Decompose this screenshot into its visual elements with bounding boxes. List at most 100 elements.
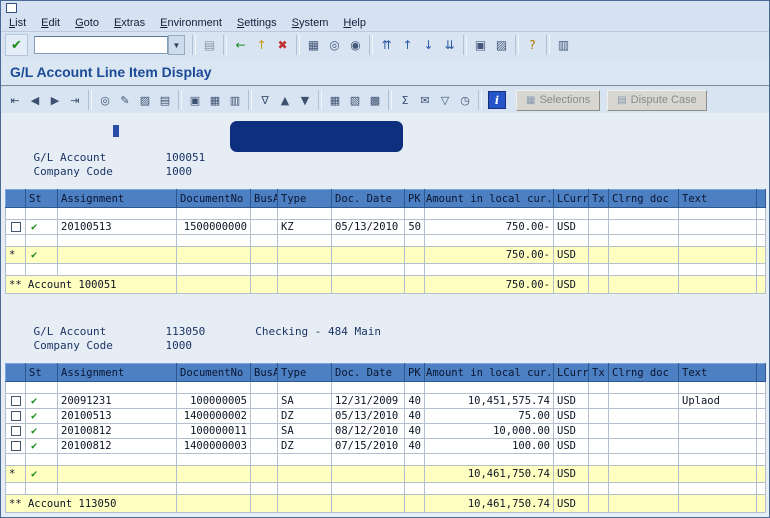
line-item-row[interactable]: ✔ 20091231 100000005 SA 12/31/2009 40 10,451,5… [5, 393, 766, 409]
menu-item-settings[interactable]: Settings [237, 17, 277, 29]
copy-icon[interactable]: ▣ [185, 90, 205, 110]
header-row: St Assignment DocumentNo BusA Type Doc. Date P… [5, 189, 766, 208]
export-icon[interactable]: ▽ [435, 90, 455, 110]
info-icon[interactable]: i [488, 91, 506, 109]
exit-icon[interactable]: ↑ [251, 35, 272, 55]
next-item-icon[interactable]: ▶ [45, 90, 65, 110]
page-title: G/L Account Line Item Display [10, 64, 212, 80]
column-header-trailing [756, 189, 766, 208]
menu-item-edit[interactable]: Edit [41, 17, 60, 29]
find-icon[interactable]: ◎ [324, 35, 345, 55]
application-toolbar: ⇤ ◀ ▶ ⇥ ◎ ✎ ▨ ▤ ▣ ▦ ▥ ∇ ▲ ▼ ▦ ▧ ▩ Σ ✉ ▽ ◷ i ▦ Selections ▤ Disput… [1, 87, 769, 114]
document-icon[interactable]: ▥ [225, 90, 245, 110]
display-grid-icon[interactable]: ▦ [325, 90, 345, 110]
window-titlebar [1, 1, 769, 15]
line-item-row[interactable]: ✔ 20100812 100000011 SA 08/12/2010 40 10,000.0… [5, 423, 766, 439]
account-name-redaction [230, 121, 403, 152]
dispute-case-button-icon: ▤ [617, 94, 627, 106]
menu-item-extras[interactable]: Extras [114, 17, 145, 29]
command-dropdown-icon[interactable]: ▼ [168, 35, 185, 55]
first-item-icon[interactable]: ⇤ [5, 90, 25, 110]
menu-item-list[interactable]: List [9, 17, 26, 29]
mail-icon[interactable]: ✉ [415, 90, 435, 110]
row-checkbox[interactable] [11, 396, 21, 406]
column-header-tx: Tx [588, 363, 609, 382]
toolbar-separator [178, 90, 182, 110]
word-processing-icon[interactable]: ▩ [365, 90, 385, 110]
column-header-assignment: Assignment [57, 363, 177, 382]
worklist-icon[interactable]: ◷ [455, 90, 475, 110]
subtotal-row: * ✔ 750.00- USD [5, 246, 766, 264]
sort-descending-icon[interactable]: ▼ [295, 90, 315, 110]
print-icon[interactable]: ▦ [303, 35, 324, 55]
filter-icon[interactable]: ∇ [255, 90, 275, 110]
menu-item-goto[interactable]: Goto [75, 17, 99, 29]
column-header-lcurr: LCurr [553, 363, 589, 382]
help-icon[interactable]: ? [522, 35, 543, 55]
previous-item-icon[interactable]: ◀ [25, 90, 45, 110]
spacer-row [5, 381, 766, 394]
column-header-select [5, 363, 26, 382]
dispute-case-button-label: Dispute Case [630, 94, 697, 106]
account-total-row: ** Account 100051 750.00- USD [5, 275, 766, 294]
save-icon[interactable]: ▤ [199, 35, 220, 55]
menu-item-environment[interactable]: Environment [160, 17, 222, 29]
column-header-text: Text [678, 363, 757, 382]
row-checkbox[interactable] [11, 222, 21, 232]
toolbar-separator [296, 35, 300, 55]
column-header-busa: BusA [250, 189, 278, 208]
gl-account-value: 100051 [165, 151, 206, 164]
column-header-st: St [25, 363, 58, 382]
toolbar-separator [478, 90, 482, 110]
menu-item-system[interactable]: System [292, 17, 329, 29]
change-icon[interactable]: ✎ [115, 90, 135, 110]
page-down-icon[interactable]: ↓ [418, 35, 439, 55]
toolbar-separator [223, 35, 227, 55]
line-item-row[interactable]: ✔ 20100812 1400000003 DZ 07/15/2010 40 100.00 U… [5, 438, 766, 454]
cancel-icon[interactable]: ✖ [272, 35, 293, 55]
enter-icon[interactable]: ✔ [5, 34, 28, 56]
new-session-icon[interactable]: ▣ [470, 35, 491, 55]
sort-ascending-icon[interactable]: ▲ [275, 90, 295, 110]
block-item-icon[interactable]: ▨ [135, 90, 155, 110]
gl-account-row: G/L Account 113050 Checking - 484 Main [9, 311, 381, 338]
row-checkbox[interactable] [11, 441, 21, 451]
find-next-icon[interactable]: ◉ [345, 35, 366, 55]
column-header-amount-in-local-cur-: Amount in local cur. [424, 363, 554, 382]
standard-toolbar: ✔ ▼ ▤ ← ↑ ✖ ▦ ◎ ◉ ⇈ ↑ ↓ ⇊ ▣ ▨? ▥ [1, 32, 769, 59]
menu-item-help[interactable]: Help [343, 17, 366, 29]
toolbar-separator [515, 35, 519, 55]
account-total-row: ** Account 113050 10,461,750.74 USD [5, 494, 766, 513]
select-all-icon[interactable]: ▦ [205, 90, 225, 110]
column-header-doc-date: Doc. Date [331, 363, 405, 382]
spacer-row [5, 453, 766, 466]
account-name: Checking - 484 Main [255, 325, 382, 338]
page-up-icon[interactable]: ↑ [397, 35, 418, 55]
system-menu-icon[interactable] [6, 3, 17, 13]
line-item-row[interactable]: ✔ 20100513 1400000002 DZ 05/13/2010 40 75.00 US… [5, 408, 766, 424]
row-checkbox[interactable] [11, 411, 21, 421]
create-shortcut-icon[interactable]: ▨ [491, 35, 512, 55]
gl-account-113050-line-items-table: St Assignment DocumentNo BusA Type Doc. Date P… [5, 363, 766, 513]
last-item-icon[interactable]: ⇥ [65, 90, 85, 110]
green-check-icon: ✔ [31, 410, 38, 422]
company-code-value: 1000 [165, 165, 192, 178]
row-checkbox[interactable] [11, 426, 21, 436]
dispute-case-button[interactable]: ▤ Dispute Case [607, 89, 707, 111]
selections-button-icon: ▦ [526, 94, 536, 106]
customize-layout-icon[interactable]: ▥ [553, 35, 574, 55]
green-check-icon: ✔ [31, 395, 38, 407]
spreadsheet-icon[interactable]: ▧ [345, 90, 365, 110]
toolbar-separator [318, 90, 322, 110]
first-page-icon[interactable]: ⇈ [376, 35, 397, 55]
gl-account-label: G/L Account [33, 325, 107, 338]
sum-icon[interactable]: Σ [395, 90, 415, 110]
column-header-pk: PK [404, 363, 425, 382]
last-page-icon[interactable]: ⇊ [439, 35, 460, 55]
selections-button[interactable]: ▦ Selections [516, 89, 601, 111]
details-icon[interactable]: ◎ [95, 90, 115, 110]
additional-data-icon[interactable]: ▤ [155, 90, 175, 110]
command-input[interactable] [34, 36, 168, 54]
line-item-row[interactable]: ✔ 20100513 1500000000 KZ 05/13/2010 50 750.00-… [5, 219, 766, 235]
back-icon[interactable]: ← [230, 35, 251, 55]
